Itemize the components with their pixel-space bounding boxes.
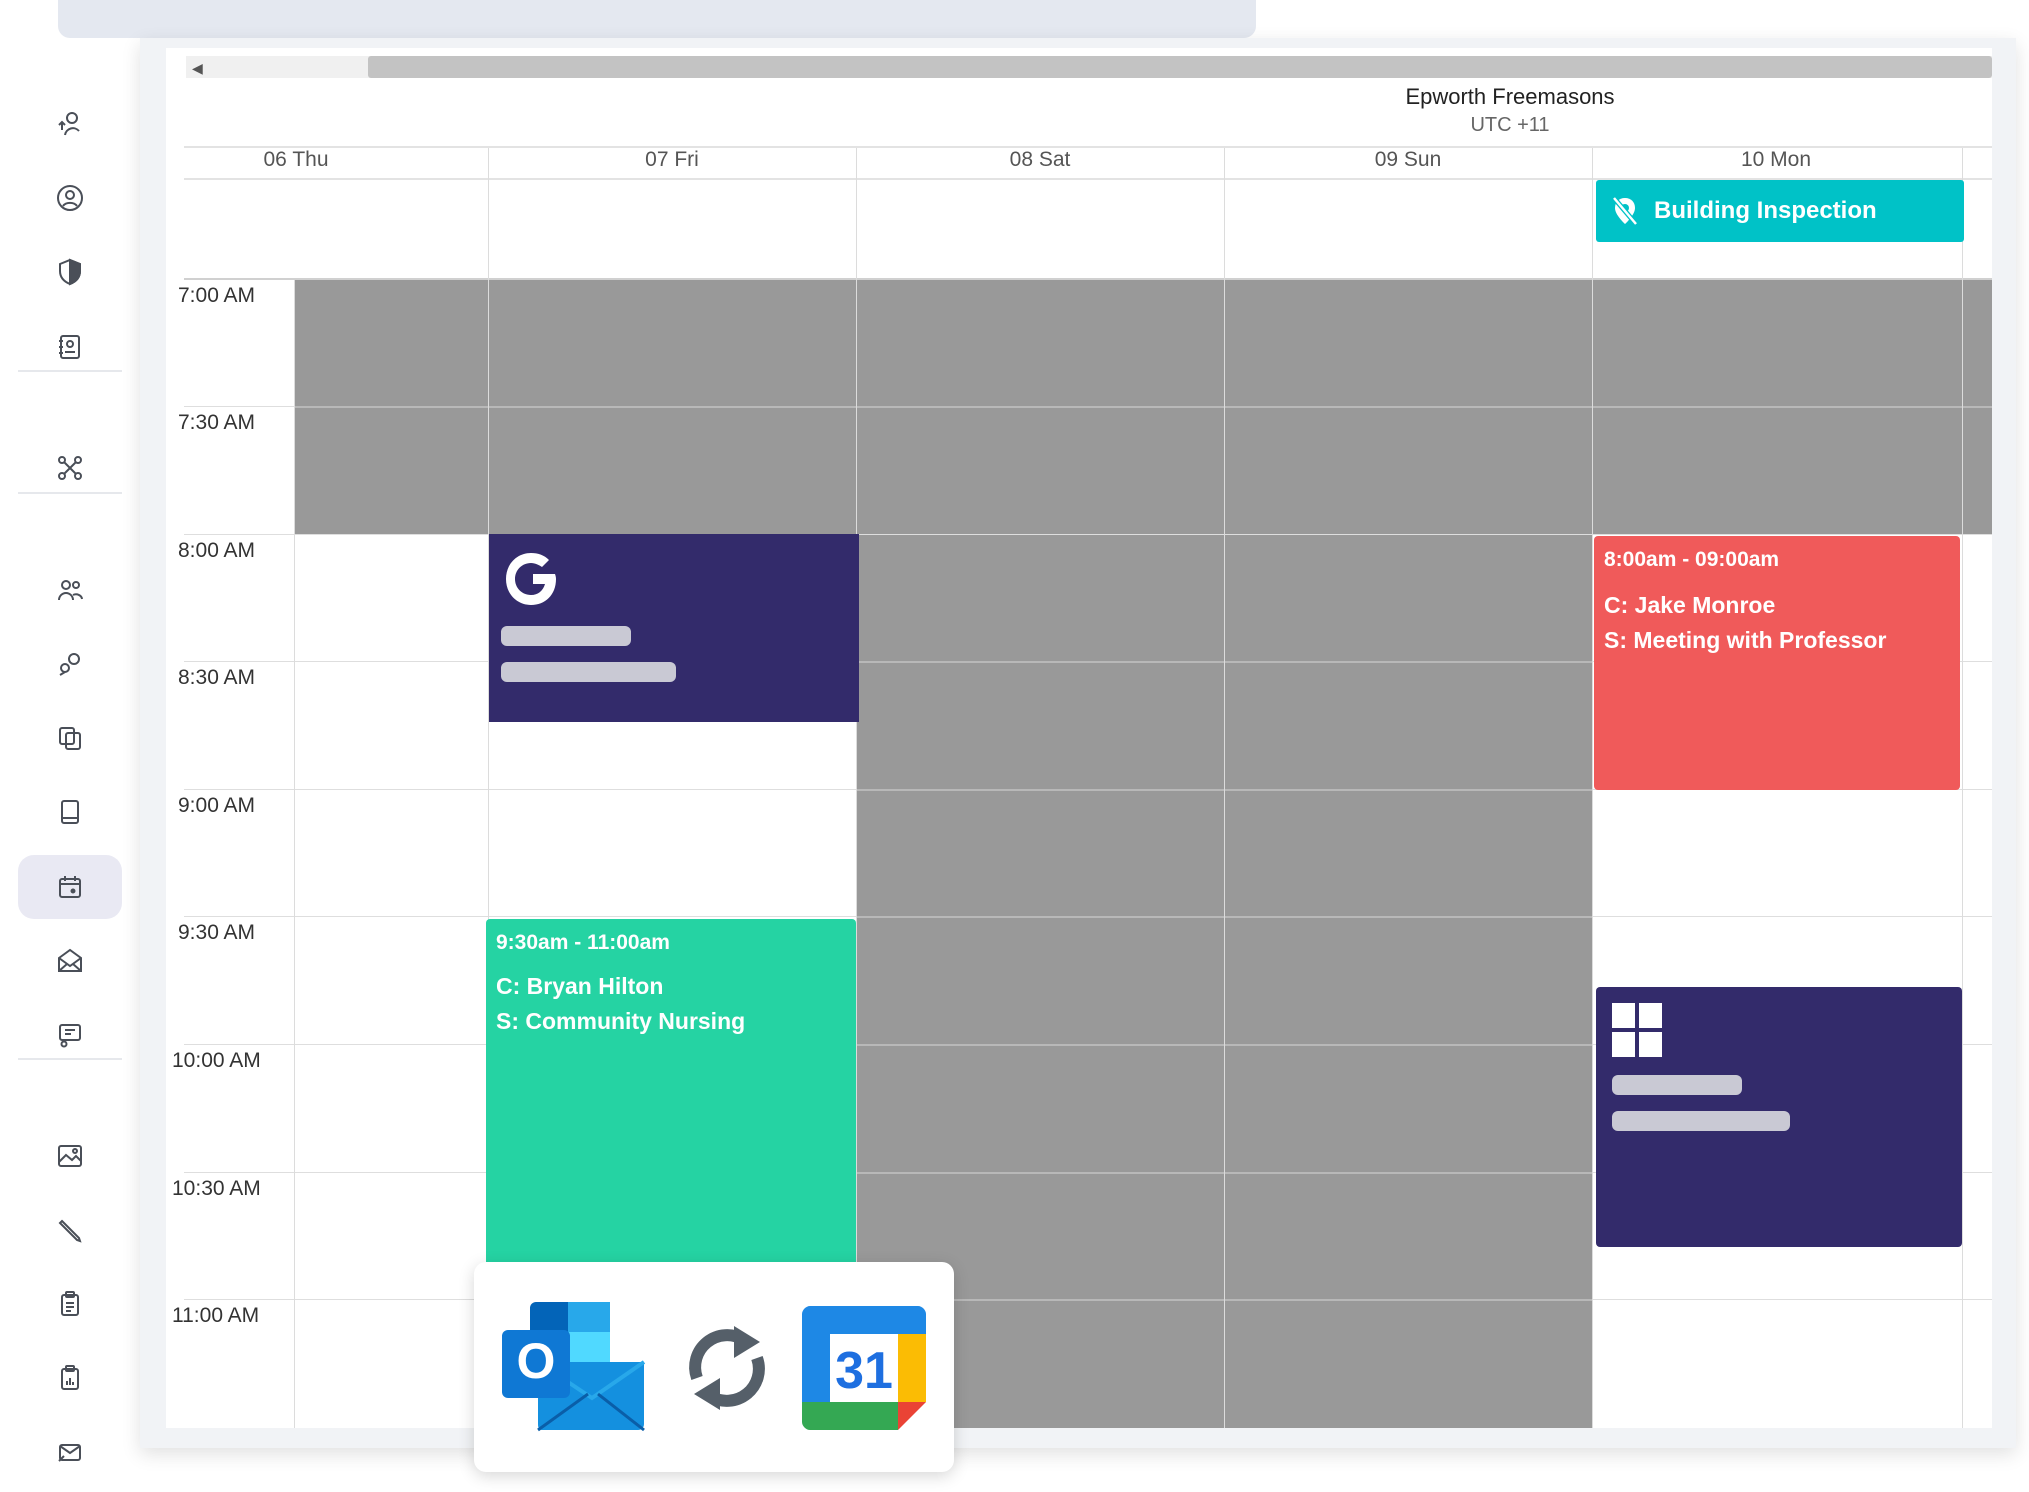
event-client: C: Jake Monroe bbox=[1604, 592, 1776, 618]
microsoft-calendar-event[interactable] bbox=[1596, 987, 1962, 1247]
time-label: 9:00 AM bbox=[178, 794, 256, 817]
time-label: 8:00 AM bbox=[178, 539, 256, 562]
browser-tab-strip bbox=[58, 0, 1256, 38]
event-time: 9:30am - 11:00am bbox=[496, 931, 670, 954]
scroll-thumb[interactable] bbox=[368, 56, 1992, 78]
calendar-icon[interactable] bbox=[18, 855, 122, 919]
time-label: 9:30 AM bbox=[178, 921, 256, 944]
report-icon[interactable] bbox=[18, 1346, 122, 1410]
resource-name: Epworth Freemasons bbox=[1405, 84, 1615, 109]
book-icon[interactable] bbox=[18, 780, 122, 844]
day-header: 09 Sun bbox=[1374, 148, 1442, 171]
time-label: 11:00 AM bbox=[172, 1304, 260, 1327]
image-icon[interactable] bbox=[18, 1124, 122, 1188]
copy-icon[interactable] bbox=[18, 706, 122, 770]
event-subject: S: Meeting with Professor bbox=[1604, 627, 1887, 653]
grid-column-line bbox=[1592, 148, 1593, 1428]
pencil-icon[interactable] bbox=[18, 1198, 122, 1262]
mail-open-icon[interactable] bbox=[18, 929, 122, 993]
user-switch-icon[interactable] bbox=[18, 92, 122, 156]
shield-icon[interactable] bbox=[18, 240, 122, 304]
grid-line bbox=[184, 406, 294, 407]
clipboard-icon[interactable] bbox=[18, 1272, 122, 1336]
grid-column-line bbox=[294, 280, 295, 1428]
grid-line bbox=[184, 534, 1992, 535]
time-label: 8:30 AM bbox=[178, 666, 256, 689]
day-header: 07 Fri bbox=[645, 148, 699, 171]
gcal-number: 31 bbox=[835, 1342, 893, 1400]
sidebar-divider bbox=[18, 1058, 122, 1060]
windows-icon bbox=[1612, 1003, 1662, 1057]
time-label: 7:00 AM bbox=[178, 284, 256, 307]
grid-column-line bbox=[1962, 148, 1963, 1428]
sidebar-divider bbox=[18, 492, 122, 494]
resource-timezone: UTC +11 bbox=[1470, 114, 1550, 136]
mail-send-icon[interactable] bbox=[18, 1420, 122, 1484]
sidebar bbox=[0, 38, 140, 1462]
time-label: 10:00 AM bbox=[172, 1049, 261, 1072]
user-circle-icon[interactable] bbox=[18, 166, 122, 230]
outlook-letter: O bbox=[517, 1333, 556, 1389]
allday-event-building-inspection[interactable]: Building Inspection bbox=[1596, 180, 1964, 242]
day-header: 08 Sat bbox=[1009, 148, 1071, 171]
time-label: 10:30 AM bbox=[172, 1177, 261, 1200]
event-client: C: Bryan Hilton bbox=[496, 973, 664, 999]
calendar-view: ◀ Epworth Freemasons UTC +11 06 Thu 07 F… bbox=[166, 48, 1992, 1428]
redacted-text-bar bbox=[1612, 1111, 1790, 1131]
horizontal-scrollbar[interactable]: ◀ bbox=[186, 56, 1992, 78]
redacted-text-bar bbox=[501, 662, 676, 682]
google-calendar-event[interactable] bbox=[489, 534, 859, 722]
network-icon[interactable] bbox=[18, 436, 122, 500]
calendar-sync-card: O 31 bbox=[474, 1262, 954, 1472]
event-time: 8:00am - 09:00am bbox=[1604, 548, 1780, 571]
team-icon[interactable] bbox=[18, 558, 122, 622]
day-header: 06 Thu bbox=[263, 148, 329, 171]
sync-icon bbox=[689, 1326, 765, 1410]
location-pins-icon[interactable] bbox=[18, 632, 122, 696]
event-jake-monroe[interactable]: 8:00am - 09:00am C: Jake Monroe S: Meeti… bbox=[1594, 536, 1960, 790]
redacted-text-bar bbox=[501, 626, 631, 646]
sidebar-divider bbox=[18, 370, 122, 372]
redacted-text-bar bbox=[1612, 1075, 1742, 1095]
google-calendar-icon: 31 bbox=[802, 1306, 926, 1430]
grid-column-line bbox=[856, 148, 857, 1428]
location-off-icon bbox=[1612, 196, 1638, 226]
event-subject: S: Community Nursing bbox=[496, 1008, 746, 1034]
day-header: 10 Mon bbox=[1740, 148, 1812, 171]
grid-column-line bbox=[1224, 148, 1225, 1428]
google-g-icon bbox=[506, 553, 556, 605]
outlook-icon: O bbox=[502, 1302, 646, 1432]
time-label: 7:30 AM bbox=[178, 411, 256, 434]
allday-event-label: Building Inspection bbox=[1654, 197, 1877, 224]
scroll-left-icon[interactable]: ◀ bbox=[192, 60, 203, 77]
grid-line bbox=[294, 406, 1992, 408]
